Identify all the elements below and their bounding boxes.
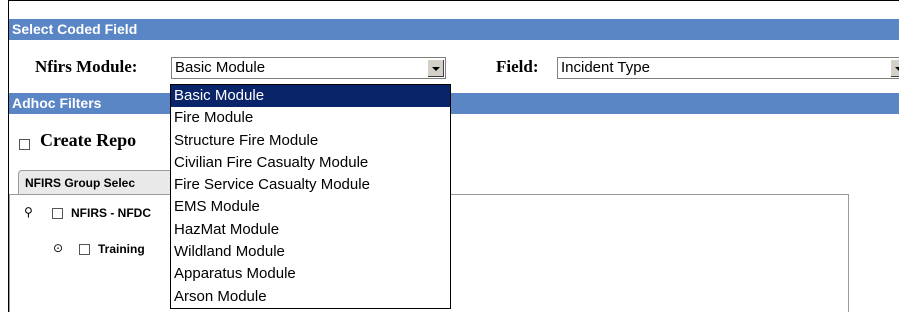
field-label: Field: — [496, 57, 539, 76]
dropdown-option-ems-module[interactable]: EMS Module — [171, 196, 450, 218]
tree-child-checkbox[interactable] — [79, 244, 90, 255]
nfirs-module-label: Nfirs Module: — [35, 57, 138, 76]
field-selected-value: Incident Type — [561, 59, 650, 76]
dropdown-option-fire-service-casualty-module[interactable]: Fire Service Casualty Module — [171, 174, 450, 196]
nfirs-module-dropdown-list[interactable]: Basic Module Fire Module Structure Fire … — [170, 84, 451, 309]
dropdown-option-structure-fire-module[interactable]: Structure Fire Module — [171, 130, 450, 152]
create-report-checkbox[interactable] — [19, 139, 30, 150]
dropdown-option-hazmat-module[interactable]: HazMat Module — [171, 219, 450, 241]
tab-nfirs-group-select[interactable]: NFIRS Group Selec — [18, 170, 178, 194]
chevron-down-icon[interactable] — [890, 59, 899, 77]
tree-child-label: Training — [98, 242, 145, 256]
dropdown-option-arson-module[interactable]: Arson Module — [171, 286, 450, 308]
nfirs-module-select[interactable]: Basic Module — [171, 57, 446, 79]
tree-root-checkbox[interactable] — [52, 208, 63, 219]
expand-icon[interactable]: ⊙ — [53, 241, 63, 255]
expand-icon[interactable]: ⚲ — [24, 205, 33, 219]
dropdown-option-basic-module[interactable]: Basic Module — [171, 85, 450, 108]
dropdown-option-civilian-fire-casualty-module[interactable]: Civilian Fire Casualty Module — [171, 152, 450, 174]
dropdown-option-wildland-module[interactable]: Wildland Module — [171, 241, 450, 263]
tree-root-label: NFIRS - NFDC — [71, 206, 151, 220]
create-report-label: Create Repo — [40, 130, 137, 150]
chevron-down-icon[interactable] — [427, 59, 444, 77]
dropdown-option-fire-module[interactable]: Fire Module — [171, 107, 450, 129]
nfirs-module-selected-value: Basic Module — [175, 59, 266, 76]
section-header-select-coded-field: Select Coded Field — [9, 19, 899, 40]
dropdown-option-apparatus-module[interactable]: Apparatus Module — [171, 263, 450, 285]
section-header-adhoc-filters: Adhoc Filters — [9, 93, 899, 114]
field-select[interactable]: Incident Type — [557, 57, 899, 79]
